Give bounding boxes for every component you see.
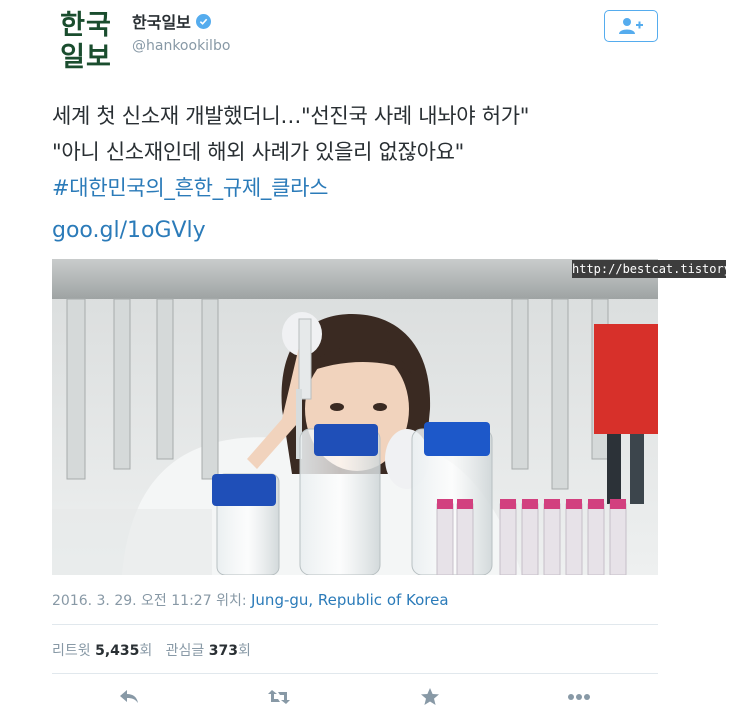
handle[interactable]: @hankookilbo (132, 38, 230, 54)
follow-button[interactable] (604, 10, 658, 42)
retweet-count[interactable]: 5,435 (95, 643, 139, 659)
avatar-text-line1: 한국 (60, 10, 112, 41)
retweet-icon (268, 690, 290, 704)
more-button[interactable] (566, 684, 592, 710)
star-icon (421, 688, 439, 705)
divider (52, 673, 658, 674)
like-label: 관심글 (165, 643, 205, 659)
more-icon (568, 694, 590, 700)
follow-user-icon (619, 18, 643, 34)
watermark: http://bestcat.tistory.com (572, 260, 741, 278)
favorite-button[interactable] (417, 684, 443, 710)
avatar[interactable]: 한국 일보 (52, 6, 120, 78)
reply-button[interactable] (116, 684, 142, 710)
tweet-line-1: 세계 첫 신소재 개발했더니…"선진국 사례 내놔야 허가" (52, 104, 530, 128)
retweet-button[interactable] (266, 684, 292, 710)
verified-badge-icon (195, 13, 211, 29)
avatar-text-line2: 일보 (60, 42, 112, 73)
shortened-link[interactable]: goo.gl/1oGVly (52, 218, 206, 243)
hashtag-link[interactable]: #대한민국의_흔한_규제_클라스 (52, 170, 692, 206)
tweet-line-2: "아니 신소재인데 해외 사례가 있을리 없잖아요" (52, 140, 464, 164)
reply-icon (120, 690, 138, 703)
retweet-label: 리트윗 (52, 643, 91, 659)
tweet-actions (0, 684, 741, 710)
retweet-unit: 회 (139, 643, 153, 659)
like-count[interactable]: 373 (209, 643, 238, 659)
tweet-photo[interactable] (52, 259, 658, 575)
tweet-meta: 2016. 3. 29. 오전 11:27 위치: Jung-gu, Repub… (52, 590, 449, 610)
timestamp[interactable]: 2016. 3. 29. 오전 11:27 (52, 593, 212, 609)
tweet-text: 세계 첫 신소재 개발했더니…"선진국 사례 내놔야 허가" "아니 신소재인데… (52, 98, 692, 206)
location-link[interactable]: Jung-gu, Republic of Korea (251, 591, 449, 609)
location-label: 위치: (216, 593, 247, 609)
like-unit: 회 (237, 643, 251, 659)
account-header: 한국일보 @hankookilbo (132, 9, 230, 54)
tweet-stats: 리트윗 5,435회 관심글 373회 (52, 640, 251, 660)
display-name[interactable]: 한국일보 (132, 9, 191, 33)
divider (52, 624, 658, 625)
